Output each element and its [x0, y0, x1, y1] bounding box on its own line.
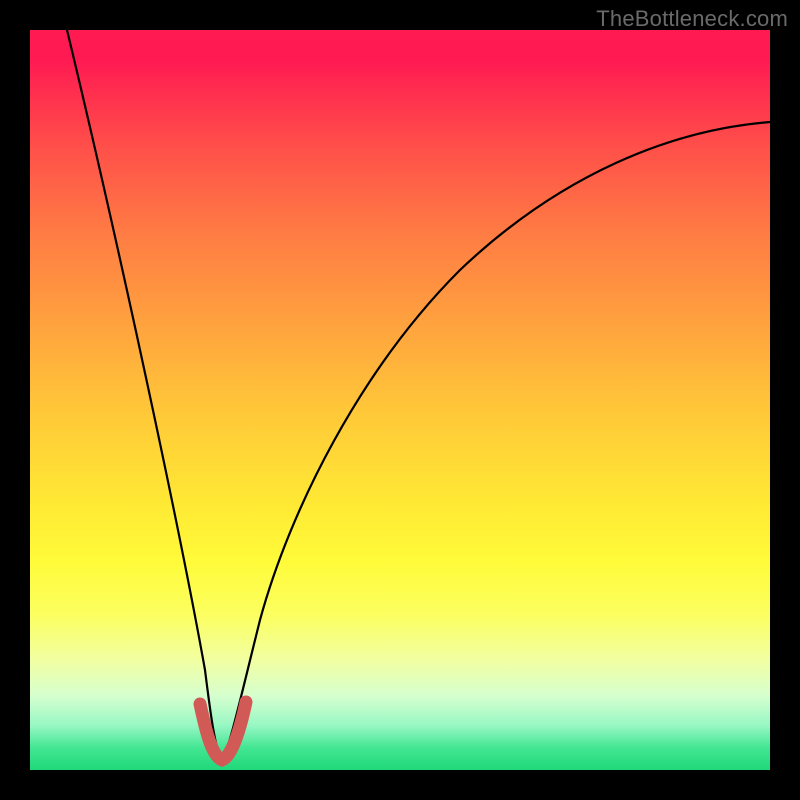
highlight-segment	[200, 702, 246, 760]
chart-svg	[30, 30, 770, 770]
chart-plot-area	[30, 30, 770, 770]
watermark-text: TheBottleneck.com	[596, 6, 788, 32]
bottleneck-curve	[67, 30, 770, 760]
